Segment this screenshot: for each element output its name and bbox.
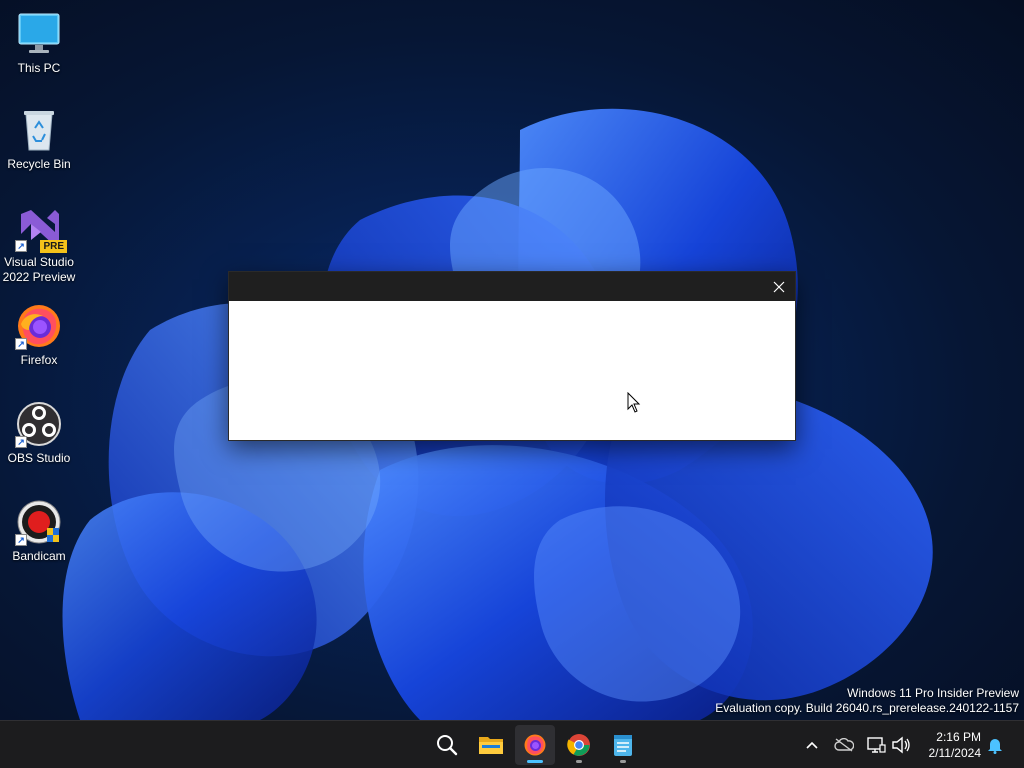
desktop-icon-recycle-bin[interactable]: Recycle Bin — [2, 106, 76, 172]
bell-icon — [988, 739, 1002, 754]
desktop-icon-label: Bandicam — [12, 549, 66, 563]
monitor-icon — [15, 10, 63, 58]
notifications-button[interactable] — [985, 735, 1005, 755]
taskbar-chrome-button[interactable] — [559, 725, 599, 765]
desktop-icon-label: Firefox — [20, 353, 58, 367]
close-button[interactable] — [763, 272, 795, 301]
visual-studio-icon: PRE ↗ — [15, 204, 67, 253]
taskbar-file-explorer-button[interactable] — [471, 725, 511, 765]
desktop-icon-label: Recycle Bin — [7, 157, 71, 171]
close-icon — [773, 281, 785, 292]
speaker-icon — [892, 736, 910, 754]
folder-icon — [479, 737, 503, 754]
clock-date: 2/11/2024 — [928, 746, 982, 760]
watermark-edition: Windows 11 Pro Insider Preview — [847, 686, 1019, 700]
running-indicator — [620, 760, 626, 763]
firefox-icon: ↗ — [15, 302, 63, 350]
taskbar-firefox-button[interactable] — [515, 725, 555, 765]
shortcut-arrow-icon: ↗ — [15, 240, 27, 252]
desktop-icon-label: This PC — [17, 61, 61, 75]
shortcut-arrow-icon: ↗ — [15, 534, 27, 546]
onedrive-tray-button[interactable] — [834, 735, 854, 755]
desktop-icon-firefox[interactable]: ↗ Firefox — [2, 302, 76, 368]
mouse-cursor-icon — [627, 392, 641, 413]
desktop-icon-label: Visual Studio — [4, 255, 74, 269]
running-indicator — [527, 760, 543, 763]
chevron-up-icon — [806, 741, 818, 749]
network-icon — [867, 737, 886, 753]
taskbar-search-button[interactable] — [427, 725, 467, 765]
taskbar-notepad-button[interactable] — [603, 725, 643, 765]
taskbar: 2:16 PM 2/11/2024 — [0, 720, 1024, 768]
taskbar-clock[interactable]: 2:16 PM 2/11/2024 — [929, 729, 982, 761]
desktop-icon-this-pc[interactable]: This PC — [2, 10, 76, 76]
shortcut-arrow-icon: ↗ — [15, 338, 27, 350]
desktop-icon-bandicam[interactable]: ↗ Bandicam — [2, 498, 76, 564]
network-tray-button[interactable] — [866, 735, 886, 755]
clock-time: 2:16 PM — [936, 730, 981, 744]
dialog-content-area — [229, 301, 795, 440]
show-hidden-icons-button[interactable] — [802, 735, 822, 755]
dialog-titlebar[interactable] — [229, 272, 795, 301]
firefox-icon — [524, 734, 546, 756]
search-icon — [437, 735, 458, 756]
blank-dialog-window[interactable] — [228, 271, 796, 441]
recycle-bin-icon — [15, 106, 63, 154]
desktop-icon-label-line2: 2022 Preview — [2, 270, 76, 284]
shortcut-arrow-icon: ↗ — [15, 436, 27, 448]
cloud-off-icon — [834, 738, 854, 752]
chrome-icon — [567, 734, 590, 756]
preview-badge: PRE — [40, 240, 67, 253]
running-indicator — [576, 760, 582, 763]
notepad-icon — [614, 735, 632, 756]
watermark-build: Evaluation copy. Build 26040.rs_prerelea… — [715, 701, 1019, 715]
obs-icon: ↗ — [15, 400, 63, 448]
bandicam-icon: ↗ — [15, 498, 63, 546]
desktop-icon-label: OBS Studio — [7, 451, 71, 465]
desktop-icon-obs-studio[interactable]: ↗ OBS Studio — [2, 400, 76, 466]
volume-tray-button[interactable] — [891, 735, 911, 755]
evaluation-watermark: Windows 11 Pro Insider Preview Evaluatio… — [715, 686, 1019, 716]
desktop-icon-visual-studio[interactable]: PRE ↗ Visual Studio 2022 Preview — [2, 204, 76, 285]
